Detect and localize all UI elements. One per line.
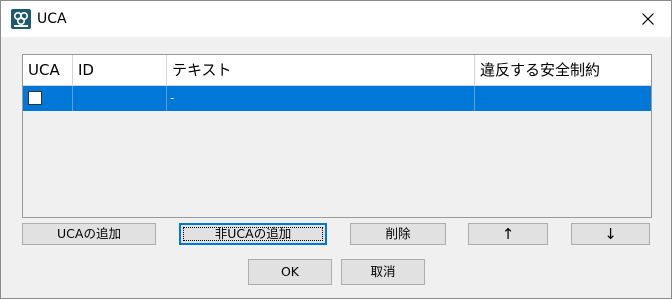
close-icon <box>642 13 654 25</box>
ok-button[interactable]: OK <box>248 259 332 285</box>
title-bar: UCA <box>1 1 671 37</box>
column-header-text[interactable]: テキスト <box>167 55 475 85</box>
add-uca-button[interactable]: UCAの追加 <box>22 223 156 245</box>
window-title: UCA <box>37 11 67 27</box>
cell-violated-constraint[interactable] <box>475 86 651 111</box>
cell-id[interactable] <box>73 86 167 111</box>
column-header-violated-constraint[interactable]: 違反する安全制約 <box>475 55 651 85</box>
delete-button[interactable]: 削除 <box>350 223 446 245</box>
move-up-button[interactable]: ↑ <box>468 223 548 245</box>
uca-checkbox[interactable] <box>28 91 42 105</box>
uca-table[interactable]: UCA ID テキスト 違反する安全制約 - <box>22 54 652 218</box>
column-header-uca[interactable]: UCA <box>23 55 73 85</box>
cell-uca <box>23 86 73 111</box>
app-logo-icon <box>11 9 31 29</box>
column-header-id[interactable]: ID <box>73 55 167 85</box>
focus-ring <box>183 227 323 241</box>
move-down-button[interactable]: ↓ <box>571 223 650 245</box>
cancel-button[interactable]: 取消 <box>341 259 425 285</box>
close-button[interactable] <box>625 1 671 37</box>
add-non-uca-button[interactable]: 非UCAの追加 <box>179 223 327 245</box>
table-row[interactable]: - <box>23 86 651 111</box>
cell-text[interactable]: - <box>167 86 475 111</box>
table-header: UCA ID テキスト 違反する安全制約 <box>23 55 651 86</box>
uca-dialog: UCA UCA ID テキスト 違反する安全制約 - UCAの追加 非UCAの追… <box>0 0 672 299</box>
